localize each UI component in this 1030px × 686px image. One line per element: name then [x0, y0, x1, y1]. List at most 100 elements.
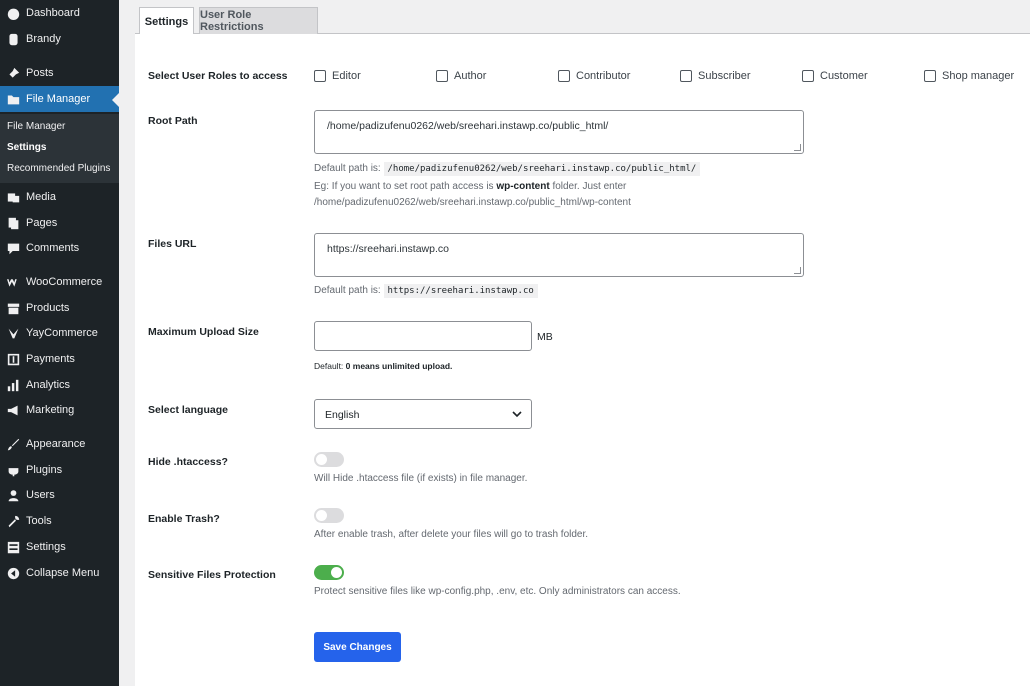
example-suffix: folder. Just enter: [552, 181, 627, 192]
role-checkbox-subscriber[interactable]: Subscriber: [680, 70, 751, 82]
default-prefix: Default path is:: [314, 163, 381, 174]
upload-unit: MB: [537, 331, 553, 343]
menu-products[interactable]: Products: [0, 295, 119, 321]
menu-label: Brandy: [26, 33, 61, 45]
role-checkbox-author[interactable]: Author: [436, 70, 486, 82]
submenu-recommended-plugins[interactable]: Recommended Plugins: [7, 163, 110, 174]
default-path-code: /home/padizufenu0262/web/sreehari.instaw…: [383, 162, 701, 176]
save-changes-button[interactable]: Save Changes: [314, 632, 401, 662]
chevron-down-icon: [512, 411, 522, 418]
role-checkbox-shop-manager[interactable]: Shop manager: [924, 70, 1014, 82]
menu-woocommerce[interactable]: WooCommerce: [0, 269, 119, 295]
brandy-icon: [6, 32, 20, 46]
language-select[interactable]: English: [314, 399, 532, 429]
admin-sidebar: Dashboard Brandy Posts File Manager File…: [0, 0, 119, 686]
files-url-value: https://sreehari.instawp.co: [327, 243, 449, 255]
toggle-knob: [316, 454, 327, 465]
resize-handle[interactable]: [794, 144, 801, 151]
menu-collapse[interactable]: Collapse Menu: [0, 560, 119, 586]
checkbox[interactable]: [436, 70, 448, 82]
tab-settings[interactable]: Settings: [139, 7, 194, 35]
checkbox[interactable]: [802, 70, 814, 82]
menu-users[interactable]: Users: [0, 482, 119, 508]
htaccess-toggle[interactable]: [314, 452, 344, 467]
root-path-textarea[interactable]: /home/padizufenu0262/web/sreehari.instaw…: [314, 110, 804, 154]
menu-label: Appearance: [26, 438, 86, 450]
tab-user-role-restrictions[interactable]: User Role Restrictions: [199, 7, 318, 34]
role-checkbox-editor[interactable]: Editor: [314, 70, 361, 82]
menu-payments[interactable]: Payments: [0, 346, 119, 372]
checkbox[interactable]: [680, 70, 692, 82]
note-strong: 0 means unlimited upload.: [345, 361, 453, 371]
menu-label: File Manager: [26, 93, 91, 105]
menu-settings[interactable]: Settings: [0, 534, 119, 560]
language-value: English: [325, 409, 360, 421]
menu-yaycommerce[interactable]: YayCommerce: [0, 320, 119, 346]
pin-icon: [6, 66, 20, 80]
checkbox[interactable]: [924, 70, 936, 82]
checkbox-label: Shop manager: [942, 70, 1015, 82]
menu-comments[interactable]: Comments: [0, 235, 119, 261]
example-prefix: Eg: If you want to set root path access …: [314, 181, 494, 192]
submenu-settings[interactable]: Settings: [7, 142, 46, 153]
settings-icon: [6, 540, 20, 554]
menu-label: Payments: [26, 353, 75, 365]
root-path-label: Root Path: [148, 115, 198, 127]
menu-appearance[interactable]: Appearance: [0, 431, 119, 457]
upload-note: Default: 0 means unlimited upload.: [314, 361, 452, 371]
brush-icon: [6, 437, 20, 451]
file-manager-submenu: File Manager Settings Recommended Plugin…: [0, 114, 119, 183]
upload-size-input[interactable]: [314, 321, 532, 351]
menu-tools[interactable]: Tools: [0, 508, 119, 534]
sensitive-toggle[interactable]: [314, 565, 344, 580]
menu-dashboard[interactable]: Dashboard: [0, 0, 119, 26]
checkbox[interactable]: [558, 70, 570, 82]
role-checkbox-customer[interactable]: Customer: [802, 70, 868, 82]
menu-pages[interactable]: Pages: [0, 210, 119, 236]
default-prefix: Default path is:: [314, 285, 381, 296]
menu-media[interactable]: Media: [0, 184, 119, 210]
submenu-file-manager[interactable]: File Manager: [7, 121, 65, 132]
menu-label: Dashboard: [26, 7, 80, 19]
checkbox[interactable]: [314, 70, 326, 82]
menu-posts[interactable]: Posts: [0, 60, 119, 86]
root-path-example-path: /home/padizufenu0262/web/sreehari.instaw…: [314, 197, 631, 208]
checkbox-label: Contributor: [576, 70, 631, 82]
upload-size-label: Maximum Upload Size: [148, 326, 259, 338]
checkbox-label: Editor: [332, 70, 361, 82]
wrench-icon: [6, 514, 20, 528]
menu-label: Pages: [26, 217, 58, 229]
sensitive-label: Sensitive Files Protection: [148, 569, 276, 581]
folder-icon: [6, 92, 20, 106]
trash-desc: After enable trash, after delete your fi…: [314, 529, 589, 540]
comment-icon: [6, 241, 20, 255]
menu-label: Marketing: [26, 404, 75, 416]
menu-plugins[interactable]: Plugins: [0, 457, 119, 483]
menu-label: Users: [26, 489, 55, 501]
menu-marketing[interactable]: Marketing: [0, 397, 119, 423]
analytics-icon: [6, 378, 20, 392]
payments-icon: [6, 352, 20, 366]
menu-file-manager[interactable]: File Manager: [0, 86, 119, 112]
yaycommerce-icon: [6, 326, 20, 340]
checkbox-label: Customer: [820, 70, 868, 82]
root-path-value: /home/padizufenu0262/web/sreehari.instaw…: [327, 120, 609, 132]
trash-label: Enable Trash?: [148, 513, 220, 525]
htaccess-desc: Will Hide .htaccess file (if exists) in …: [314, 473, 528, 484]
menu-analytics[interactable]: Analytics: [0, 372, 119, 398]
menu-label: WooCommerce: [26, 276, 103, 288]
role-checkbox-contributor[interactable]: Contributor: [558, 70, 630, 82]
menu-label: Analytics: [26, 379, 71, 391]
resize-handle[interactable]: [794, 267, 801, 274]
media-icon: [6, 190, 20, 204]
menu-brandy[interactable]: Brandy: [0, 26, 119, 52]
menu-label: Posts: [26, 67, 54, 79]
root-path-default: Default path is: /home/padizufenu0262/we…: [314, 162, 701, 176]
trash-toggle[interactable]: [314, 508, 344, 523]
checkbox-label: Subscriber: [698, 70, 751, 82]
menu-label: Media: [26, 191, 56, 203]
archive-icon: [6, 301, 20, 315]
files-url-default: Default path is: https://sreehari.instaw…: [314, 284, 538, 298]
files-url-label: Files URL: [148, 238, 197, 250]
files-url-textarea[interactable]: https://sreehari.instawp.co: [314, 233, 804, 277]
